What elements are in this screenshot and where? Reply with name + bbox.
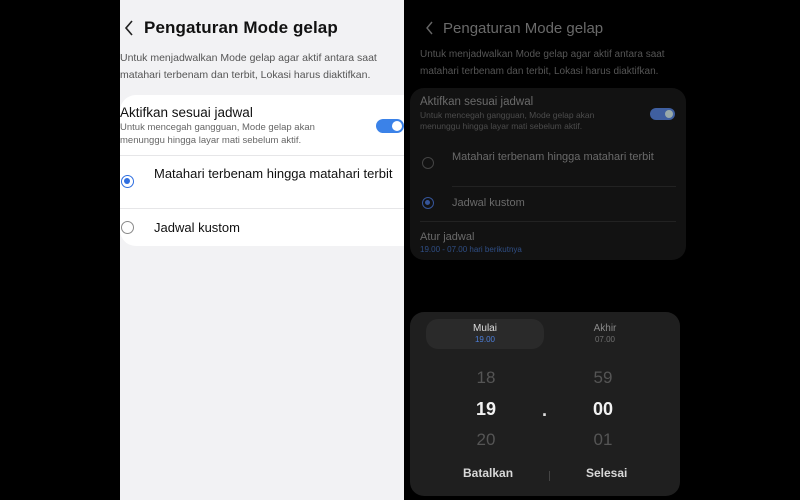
description: Untuk menjadwalkan Mode gelap agar aktif… [420, 49, 665, 77]
settings-card: Aktifkan sesuai jadwal Untuk mencegah ga… [120, 95, 405, 246]
toggle-knob [392, 121, 402, 131]
hour-next[interactable]: 20 [466, 430, 506, 450]
radio-selected-icon[interactable] [121, 175, 134, 188]
done-button[interactable]: Selesai [586, 466, 627, 480]
schedule-toggle-switch[interactable] [376, 119, 404, 133]
option-sunset-sunrise[interactable]: Matahari terbenam hingga matahari terbit [410, 144, 692, 188]
picker-tabs: Mulai 19.00 Akhir 07.00 [426, 319, 664, 349]
tab-end[interactable]: Akhir 07.00 [546, 319, 664, 349]
light-mode-screen: Pengaturan Mode gelap Untuk menjadwalkan… [120, 0, 405, 500]
radio-unselected-icon[interactable] [422, 157, 434, 169]
tab-label: Mulai [473, 323, 497, 334]
minute-next[interactable]: 01 [583, 430, 623, 450]
description: Untuk menjadwalkan Mode gelap agar aktif… [120, 52, 377, 81]
tab-value: 19.00 [474, 335, 496, 344]
radio-selected-icon[interactable] [422, 197, 434, 209]
schedule-toggle-sublabel: Untuk mencegah gangguan, Mode gelap akan… [420, 110, 595, 131]
schedule-toggle-label[interactable]: Aktifkan sesuai jadwal [420, 96, 533, 108]
header: Pengaturan Mode gelap [120, 0, 405, 56]
tab-value: 07.00 [594, 335, 616, 344]
back-chevron-left-icon[interactable] [420, 19, 438, 37]
set-schedule-value: 19.00 - 07.00 hari berikutnya [420, 245, 522, 254]
page-title: Pengaturan Mode gelap [144, 18, 338, 37]
toggle-knob [665, 110, 673, 118]
dark-mode-screen: Pengaturan Mode gelap Untuk menjadwalkan… [404, 0, 692, 500]
option-label: Matahari terbenam hingga matahari terbit [154, 166, 393, 181]
back-chevron-left-icon[interactable] [120, 19, 138, 37]
option-label: Jadwal kustom [154, 220, 240, 235]
option-custom-schedule[interactable]: Jadwal kustom [410, 187, 692, 221]
option-sunset-sunrise[interactable]: Matahari terbenam hingga matahari terbit [120, 156, 405, 208]
schedule-toggle-sublabel: Untuk mencegah gangguan, Mode gelap akan… [120, 122, 315, 146]
tab-label: Akhir [593, 323, 617, 334]
radio-unselected-icon[interactable] [121, 221, 134, 234]
minute-current[interactable]: 00 [583, 399, 623, 420]
hour-prev[interactable]: 18 [466, 368, 506, 388]
option-custom-schedule[interactable]: Jadwal kustom [120, 209, 405, 246]
cancel-button[interactable]: Batalkan [463, 466, 513, 480]
minute-prev[interactable]: 59 [583, 368, 623, 388]
schedule-toggle-row[interactable]: Aktifkan sesuai jadwal Untuk mencegah ga… [120, 95, 405, 155]
tab-start[interactable]: Mulai 19.00 [426, 319, 544, 349]
page-title: Pengaturan Mode gelap [443, 19, 604, 37]
hour-current[interactable]: 19 [466, 399, 506, 420]
set-schedule-label[interactable]: Atur jadwal [420, 231, 474, 243]
dialog-actions: Batalkan Selesai [410, 466, 680, 486]
time-separator: . [542, 400, 548, 420]
schedule-toggle-switch[interactable] [650, 108, 675, 120]
settings-card: Aktifkan sesuai jadwal Untuk mencegah ga… [410, 88, 686, 260]
schedule-toggle-label: Aktifkan sesuai jadwal [120, 105, 253, 120]
option-label: Jadwal kustom [452, 197, 525, 209]
divider [549, 471, 550, 481]
time-picker-dialog: Mulai 19.00 Akhir 07.00 18 19 20 . 59 00… [410, 312, 680, 496]
option-label: Matahari terbenam hingga matahari terbit [452, 151, 654, 163]
divider [420, 221, 676, 222]
